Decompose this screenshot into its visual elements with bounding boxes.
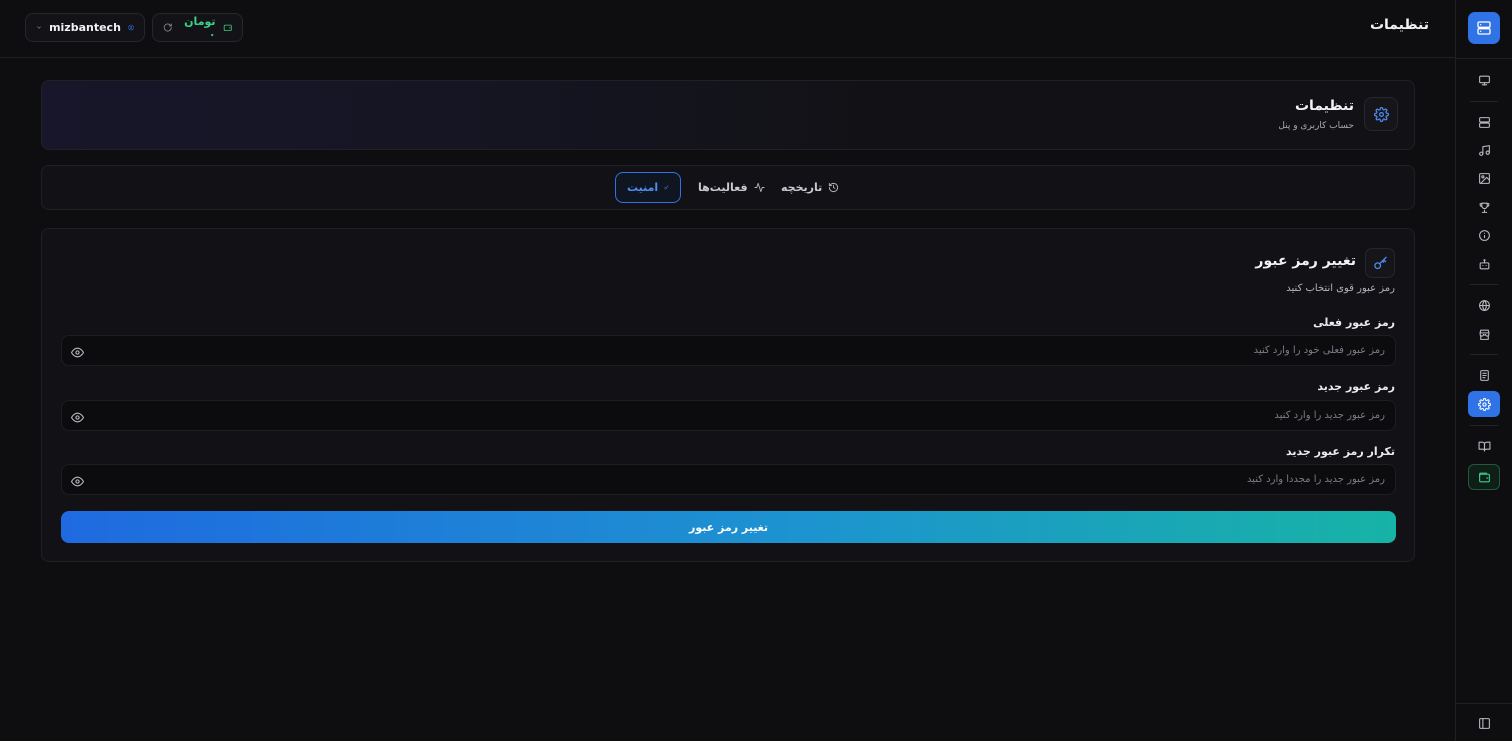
rail-divider — [1455, 58, 1512, 59]
wallet-icon — [223, 24, 232, 32]
store-icon — [1479, 329, 1489, 340]
book-icon — [1478, 441, 1490, 451]
refresh-icon[interactable] — [163, 22, 172, 33]
eye-icon — [71, 347, 84, 358]
eye-icon — [71, 412, 84, 423]
current-password-label: رمز عبور فعلی — [1313, 316, 1395, 329]
key-badge — [1365, 248, 1395, 278]
user-circle-icon — [128, 24, 134, 31]
sidebar-item-dashboard[interactable] — [1468, 67, 1500, 93]
rail-divider — [1455, 703, 1512, 704]
receipt-icon — [1479, 369, 1489, 381]
info-icon — [1478, 229, 1490, 241]
trophy-icon — [1479, 202, 1489, 213]
tab-label: فعالیت‌ها — [698, 181, 748, 194]
tabs-bar: تاریخچه فعالیت‌ها امنیت — [41, 165, 1415, 210]
sidebar-item-settings[interactable] — [1468, 391, 1500, 417]
gear-icon — [1477, 397, 1491, 411]
rail-separator — [1470, 425, 1498, 426]
bot-icon — [1479, 258, 1489, 269]
sidebar-item-wallet[interactable] — [1468, 464, 1500, 490]
sidebar-item-domains[interactable] — [1468, 292, 1500, 318]
sidebar-item-docs[interactable] — [1468, 433, 1500, 459]
show-password-toggle[interactable] — [71, 344, 84, 358]
new-password-field — [61, 400, 1396, 431]
chevron-down-icon — [37, 26, 41, 29]
card-subtitle: رمز عبور قوی انتخاب کنید — [1286, 283, 1395, 294]
wallet-balance-button[interactable]: تومان ۰ — [152, 13, 243, 42]
sidebar-item-bot[interactable] — [1468, 251, 1500, 277]
sidebar-item-info[interactable] — [1468, 222, 1500, 248]
header-title: تنظیمات — [1294, 98, 1354, 114]
current-password-field — [61, 335, 1396, 366]
rail-separator — [1470, 354, 1498, 355]
panel-collapse-icon — [1478, 717, 1490, 729]
collapse-sidebar-button[interactable] — [1468, 710, 1500, 736]
sidebar-item-trophy[interactable] — [1468, 194, 1500, 220]
history-icon — [829, 182, 839, 193]
confirm-password-label: تکرار رمز عبور جدید — [1286, 445, 1395, 458]
header-subtitle: حساب کاربری و پنل — [1278, 121, 1354, 131]
tab-history[interactable]: تاریخچه — [770, 172, 850, 203]
music-icon — [1478, 144, 1490, 156]
new-password-input[interactable] — [98, 401, 1385, 430]
key-icon — [664, 185, 669, 190]
show-password-toggle[interactable] — [71, 473, 84, 487]
rail-separator — [1470, 101, 1498, 102]
confirm-password-field — [61, 464, 1396, 495]
settings-header-card: تنظیمات حساب کاربری و پنل — [41, 80, 1415, 150]
settings-badge — [1364, 97, 1398, 131]
user-menu-button[interactable]: mizbantech — [25, 13, 145, 42]
sidebar-item-invoices[interactable] — [1468, 362, 1500, 388]
activity-icon — [754, 182, 765, 193]
monitor-icon — [1478, 75, 1490, 85]
current-password-input[interactable] — [98, 336, 1385, 365]
topbar: تنظیمات mizbantech تومان ۰ — [0, 0, 1455, 58]
new-password-label: رمز عبور جدید — [1317, 380, 1395, 393]
sidebar-item-store[interactable] — [1468, 321, 1500, 347]
username: mizbantech — [49, 21, 121, 34]
tab-security[interactable]: امنیت — [615, 172, 681, 203]
wallet-icon — [1478, 472, 1490, 482]
image-icon — [1478, 172, 1490, 184]
eye-icon — [71, 476, 84, 487]
sidebar-rail — [1455, 0, 1512, 741]
rail-separator — [1470, 284, 1498, 285]
logo-server-icon[interactable] — [1468, 12, 1500, 44]
change-password-button[interactable]: تغییر رمز عبور — [61, 511, 1396, 543]
sidebar-item-images[interactable] — [1468, 165, 1500, 191]
card-title: تغییر رمز عبور — [1255, 253, 1356, 269]
change-password-card: تغییر رمز عبور رمز عبور قوی انتخاب کنید … — [41, 228, 1415, 562]
globe-icon — [1478, 299, 1490, 311]
sidebar-item-servers[interactable] — [1468, 109, 1500, 135]
key-icon — [1373, 256, 1387, 269]
show-password-toggle[interactable] — [71, 409, 84, 423]
server-icon — [1478, 116, 1490, 128]
sidebar-item-music[interactable] — [1468, 137, 1500, 163]
tab-label: امنیت — [627, 181, 659, 194]
tab-label: تاریخچه — [781, 181, 823, 194]
page-title: تنظیمات — [1369, 17, 1429, 33]
confirm-password-input[interactable] — [98, 465, 1385, 494]
tab-activities[interactable]: فعالیت‌ها — [687, 172, 776, 203]
wallet-balance: تومان ۰ — [184, 14, 216, 41]
gear-icon — [1373, 106, 1389, 122]
